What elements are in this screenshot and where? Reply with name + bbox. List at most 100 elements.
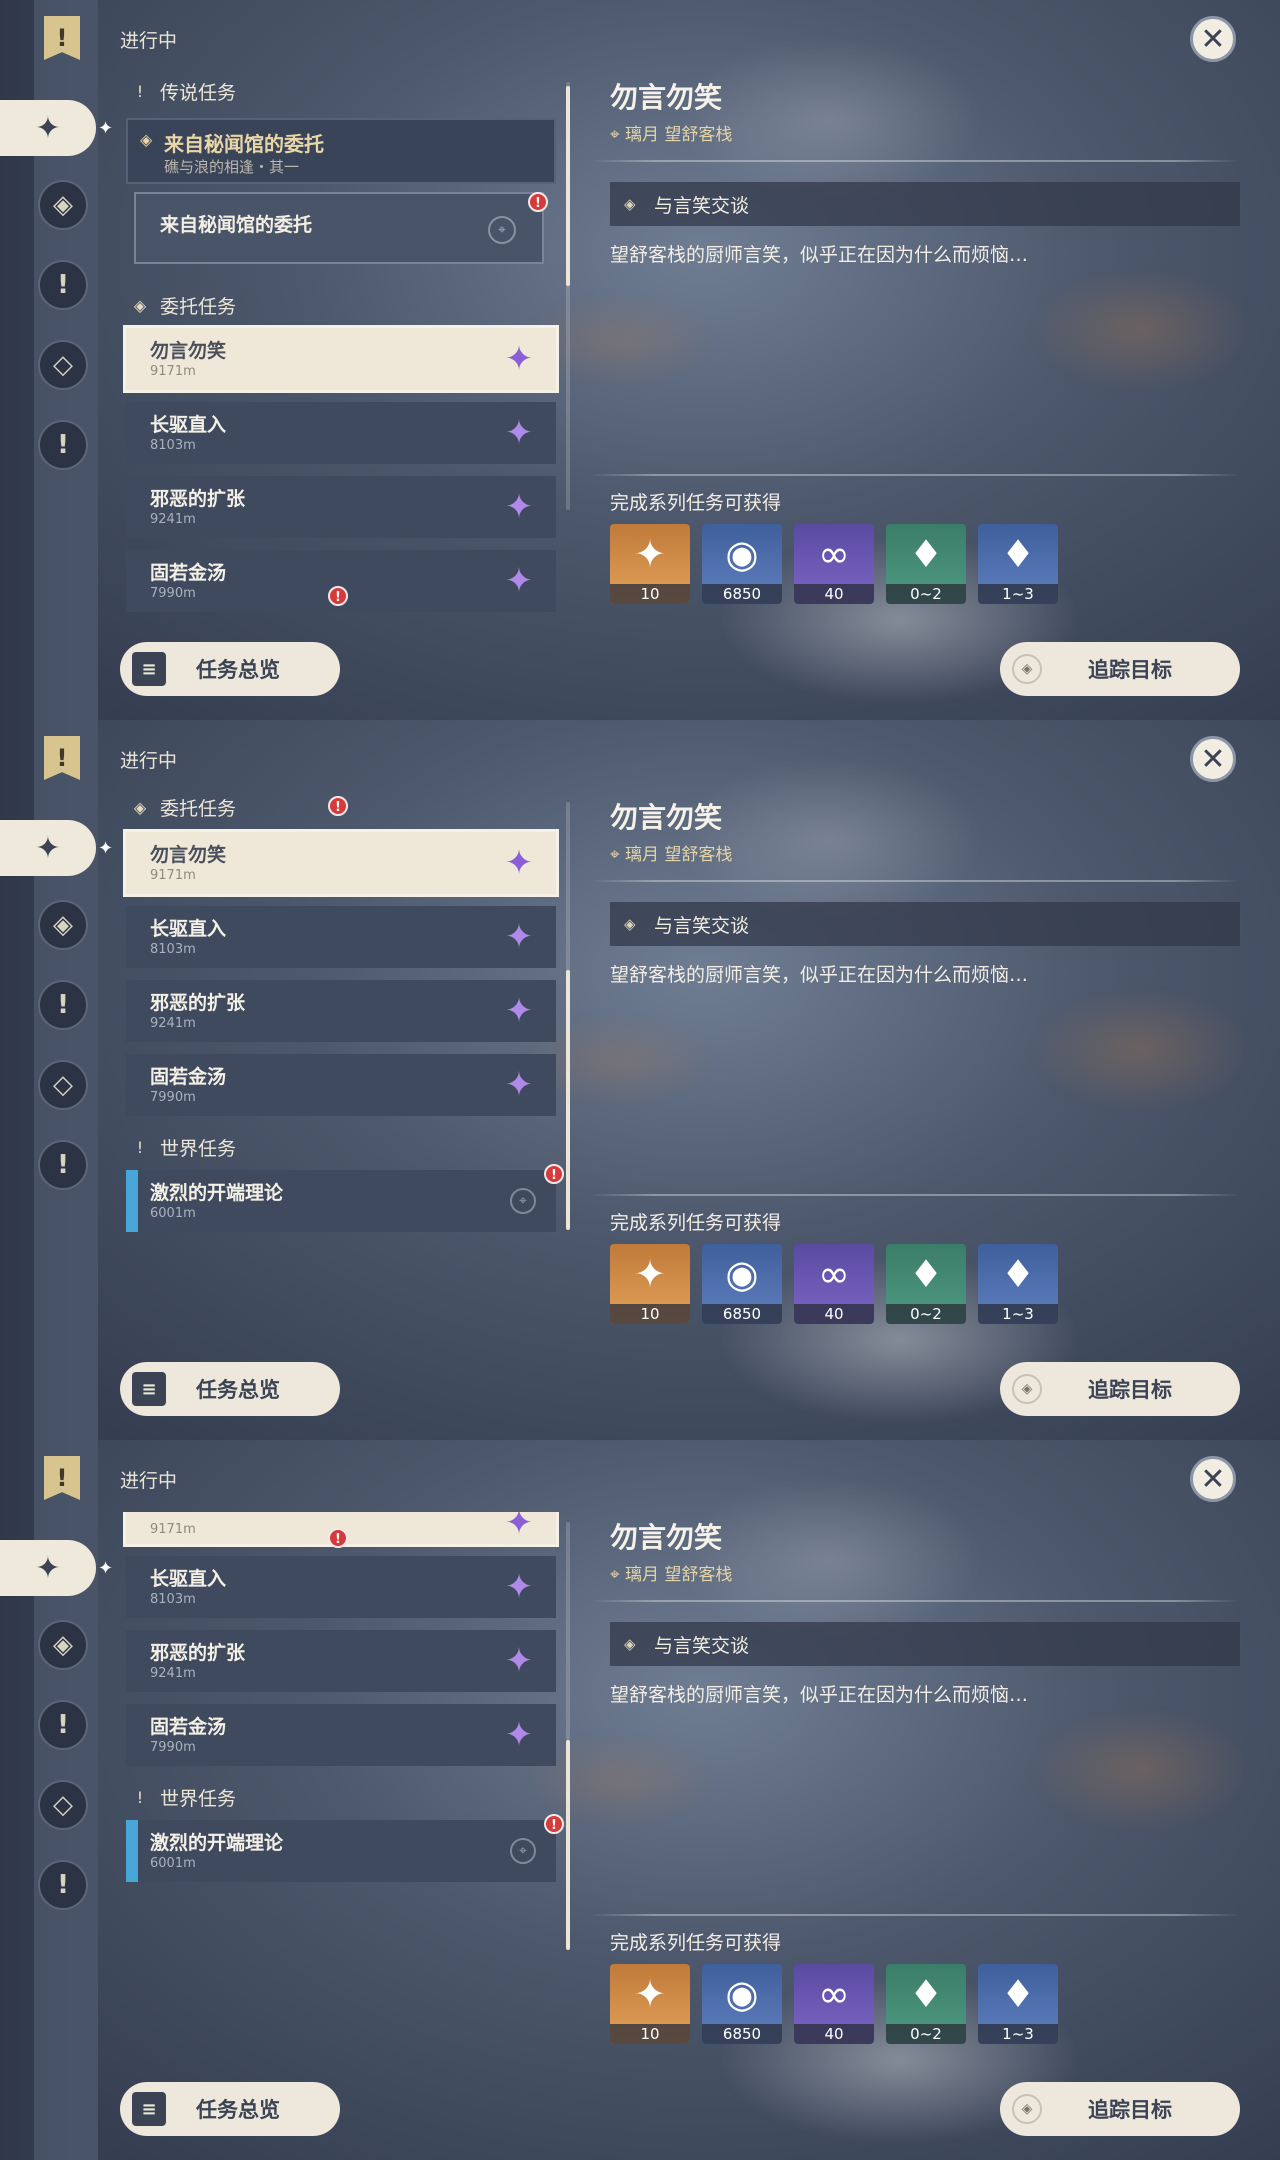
quest-distance: 8103m xyxy=(150,1592,196,1607)
quest-screen-1: ! ✦ ✦ ◈ ! ◇ ! 进行中 ✕ ! 传说任务 ◈ 来自秘闻馆的委托 礁与… xyxy=(0,0,1280,720)
nav-commission-tab[interactable]: ✦ xyxy=(0,1540,96,1596)
reward-crystal[interactable]: ♦ 0~2 xyxy=(886,1244,966,1324)
event-icon: ◇ xyxy=(53,1790,73,1820)
quest-list: ◈ 委托任务 ! 勿言勿笑 9171m ✦ 长驱直入 8103m ✦ 邪恶的扩张… xyxy=(120,792,570,1332)
nav-commission-tab[interactable]: ✦ xyxy=(0,100,96,156)
quest-detail-title: 勿言勿笑 xyxy=(610,81,723,114)
close-button[interactable]: ✕ xyxy=(1190,736,1236,782)
nav-archon-tab[interactable]: ◈ xyxy=(38,180,88,230)
crystal-icon: ♦ xyxy=(908,1972,944,2016)
nav-archon-tab[interactable]: ◈ xyxy=(38,900,88,950)
quest-title: 邪恶的扩张 xyxy=(150,488,246,510)
reward-list: ✦ 10 ◉ 6850 ∞ 40 ♦ 0~2 ♦ 1~3 xyxy=(610,1244,1058,1324)
commission-diamond-icon: ◈ xyxy=(133,295,147,315)
commission-gem-icon: ✦ xyxy=(504,843,534,883)
reward-crystal[interactable]: ♦ 0~2 xyxy=(886,524,966,604)
reward-crystal-cluster[interactable]: ♦ 1~3 xyxy=(978,524,1058,604)
alert-icon: ! xyxy=(544,1164,564,1184)
commission-item[interactable]: 长驱直入 8103m ✦ xyxy=(126,1556,556,1618)
quest-title: 勿言勿笑 xyxy=(150,844,227,866)
archon-icon: ◈ xyxy=(53,190,73,220)
world-icon: ! xyxy=(57,1150,69,1180)
quest-distance: 9171m xyxy=(150,1522,196,1537)
track-target-button[interactable]: ◈ 追踪目标 xyxy=(1000,1362,1240,1416)
objective-diamond-icon: ◈ xyxy=(624,915,636,933)
reward-crystal-cluster[interactable]: ♦ 1~3 xyxy=(978,1244,1058,1324)
divider xyxy=(590,1914,1240,1916)
reward-mora[interactable]: ◉ 6850 xyxy=(702,1964,782,2044)
track-target-button[interactable]: ◈ 追踪目标 xyxy=(1000,642,1240,696)
commission-icon: ✦ xyxy=(35,110,61,146)
track-target-button[interactable]: ◈ 追踪目标 xyxy=(1000,2082,1240,2136)
commission-gem-icon: ✦ xyxy=(504,1715,534,1755)
close-button[interactable]: ✕ xyxy=(1190,16,1236,62)
reward-mora[interactable]: ◉ 6850 xyxy=(702,1244,782,1324)
reward-count: 0~2 xyxy=(886,2024,966,2044)
button-label: 追踪目标 xyxy=(1088,2098,1172,2122)
reward-mora[interactable]: ◉ 6850 xyxy=(702,524,782,604)
location-text: 璃月 望舒客栈 xyxy=(624,845,733,865)
commission-gem-icon: ✦ xyxy=(504,1567,534,1607)
quest-detail-title: 勿言勿笑 xyxy=(610,1521,723,1554)
section-commission-header: ◈ 委托任务 xyxy=(130,792,236,822)
friendship-icon: ∞ xyxy=(818,1972,850,2016)
reward-count: 6850 xyxy=(702,1304,782,1324)
commission-item[interactable]: 邪恶的扩张 9241m ✦ xyxy=(126,980,556,1042)
nav-story-tab[interactable]: ! xyxy=(38,980,88,1030)
reward-friendship[interactable]: ∞ 40 xyxy=(794,1244,874,1324)
nav-archon-tab[interactable]: ◈ xyxy=(38,1620,88,1670)
nav-event-tab[interactable]: ◇ xyxy=(38,1060,88,1110)
nav-story-tab[interactable]: ! xyxy=(38,260,88,310)
quest-overview-button[interactable]: ≡ 任务总览 xyxy=(120,2082,340,2136)
nav-commission-tab[interactable]: ✦ xyxy=(0,820,96,876)
world-quest-item[interactable]: 激烈的开端理论 6001m ⌖ xyxy=(126,1170,556,1232)
mora-icon: ◉ xyxy=(725,1972,759,2016)
legend-quest-card[interactable]: ◈ 来自秘闻馆的委托 礁与浪的相逢・其一 xyxy=(126,118,556,184)
quest-title: 勿言勿笑 xyxy=(150,340,227,362)
crystal-cluster-icon: ♦ xyxy=(1000,532,1036,576)
reward-crystal[interactable]: ♦ 0~2 xyxy=(886,1964,966,2044)
commission-item[interactable]: 邪恶的扩张 9241m ✦ xyxy=(126,1630,556,1692)
world-quest-marker xyxy=(126,1170,138,1232)
quest-overview-button[interactable]: ≡ 任务总览 xyxy=(120,1362,340,1416)
legend-subquest-item[interactable]: 来自秘闻馆的委托 ⌖ xyxy=(134,192,544,264)
commission-item[interactable]: 长驱直入 8103m ✦ xyxy=(126,402,556,464)
mora-icon: ◉ xyxy=(725,1252,759,1296)
quest-overview-button[interactable]: ≡ 任务总览 xyxy=(120,642,340,696)
section-world-header: ! 世界任务 xyxy=(130,1132,236,1162)
close-button[interactable]: ✕ xyxy=(1190,1456,1236,1502)
nav-world-tab[interactable]: ! xyxy=(38,420,88,470)
reward-primogem[interactable]: ✦ 10 xyxy=(610,1244,690,1324)
commission-item[interactable]: 勿言勿笑 9171m ✦ xyxy=(123,829,559,897)
world-quest-item[interactable]: 激烈的开端理论 6001m ⌖ xyxy=(126,1820,556,1882)
nav-world-tab[interactable]: ! xyxy=(38,1860,88,1910)
quest-title: 激烈的开端理论 xyxy=(150,1182,284,1204)
nav-event-tab[interactable]: ◇ xyxy=(38,340,88,390)
commission-item[interactable]: 勿言勿笑 9171m ✦ xyxy=(123,325,559,393)
nav-world-tab[interactable]: ! xyxy=(38,1140,88,1190)
map-pin-icon[interactable]: ⌖ xyxy=(510,1838,536,1864)
commission-item[interactable]: 固若金汤 7990m ✦ xyxy=(126,1704,556,1766)
commission-icon: ✦ xyxy=(35,1550,61,1586)
archon-icon: ◈ xyxy=(53,910,73,940)
alert-icon: ! xyxy=(328,796,348,816)
map-pin-icon[interactable]: ⌖ xyxy=(488,216,516,244)
status-label: 进行中 xyxy=(120,750,178,772)
nav-story-tab[interactable]: ! xyxy=(38,1700,88,1750)
reward-primogem[interactable]: ✦ 10 xyxy=(610,524,690,604)
reward-label: 完成系列任务可获得 xyxy=(610,492,782,514)
map-pin-icon[interactable]: ⌖ xyxy=(510,1188,536,1214)
reward-count: 1~3 xyxy=(978,2024,1058,2044)
quest-title: 固若金汤 xyxy=(150,562,227,584)
sparkle-icon: ✦ xyxy=(98,838,114,859)
reward-crystal-cluster[interactable]: ♦ 1~3 xyxy=(978,1964,1058,2044)
nav-event-tab[interactable]: ◇ xyxy=(38,1780,88,1830)
quest-title: 固若金汤 xyxy=(150,1716,227,1738)
commission-item[interactable]: 邪恶的扩张 9241m ✦ xyxy=(126,476,556,538)
commission-item[interactable]: 固若金汤 7990m ✦ xyxy=(126,1054,556,1116)
commission-item[interactable]: 长驱直入 8103m ✦ xyxy=(126,906,556,968)
reward-friendship[interactable]: ∞ 40 xyxy=(794,524,874,604)
reward-friendship[interactable]: ∞ 40 xyxy=(794,1964,874,2044)
reward-primogem[interactable]: ✦ 10 xyxy=(610,1964,690,2044)
quest-distance: 7990m xyxy=(150,1740,196,1755)
